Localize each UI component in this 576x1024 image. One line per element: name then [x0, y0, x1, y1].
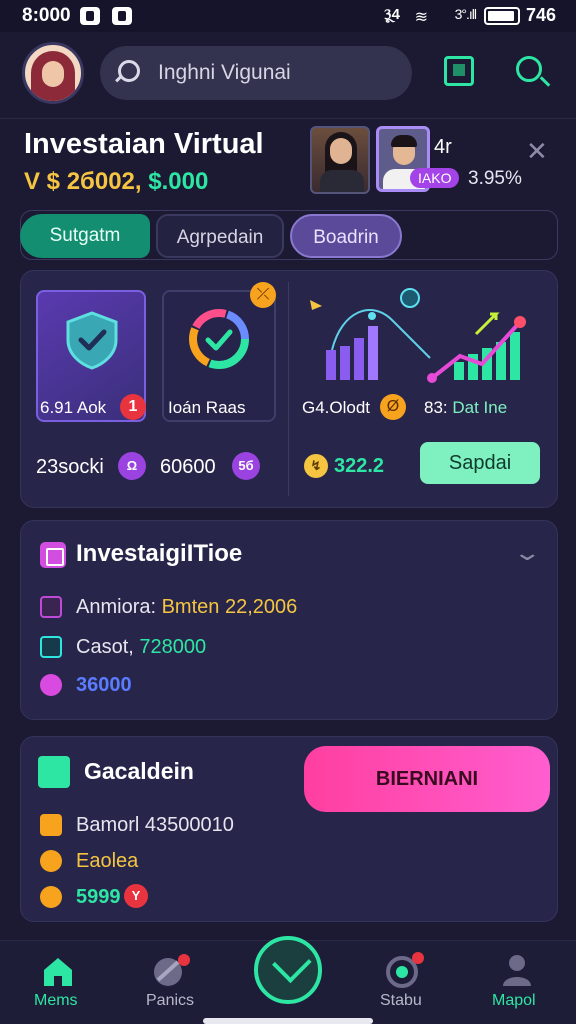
nav-home[interactable] [40, 954, 76, 988]
tab-3[interactable]: Boadrin [290, 214, 402, 258]
avatar-face [42, 61, 64, 87]
search-bar[interactable]: Inghni Vigunai [100, 46, 412, 100]
portfolio-amount: V $ 2б002, $.000 [24, 168, 208, 196]
photo-face [330, 138, 352, 164]
tab-2[interactable]: Agrpedain [156, 214, 284, 258]
shield-check-icon [66, 311, 118, 370]
check-square-icon [38, 756, 70, 788]
row2-value: 728000 [139, 636, 207, 658]
app-notification-icon-2 [112, 7, 132, 25]
profile-avatar[interactable] [22, 42, 84, 104]
tile2-label: Ioán Raas [168, 398, 246, 417]
header-divider [0, 118, 576, 119]
center-action-button[interactable] [254, 936, 322, 1004]
chat-icon [154, 954, 190, 986]
advisor-badge: IAKO [410, 168, 460, 188]
status-battery-text: 746 [525, 5, 556, 25]
chart-right-text: Dat Ine [452, 398, 508, 417]
money-value: 322.2 [334, 455, 385, 477]
battery-icon [484, 7, 520, 25]
card1-divider [288, 282, 289, 496]
stat2-badge: 5б [232, 452, 260, 480]
scan-icon[interactable] [444, 56, 474, 86]
stat1-text: 23socki [36, 456, 104, 478]
photo-body [320, 170, 364, 192]
chart-right-label: 83: Dat Ine [424, 398, 507, 418]
tile1-label: 6.91 Aok [40, 398, 107, 417]
chevron-down-icon[interactable]: ⌄ [512, 540, 542, 566]
stat2-text: 60600 [160, 456, 216, 478]
page-title: Investaian Virtual [24, 128, 264, 160]
row2: Casot, 728000 [76, 636, 206, 659]
save-button[interactable]: Sapdai [420, 442, 540, 484]
status-time: 8:000 [22, 5, 71, 26]
status-bar: 8:000 3ૂ4 ≋ 3°.ıll 746 [0, 0, 576, 32]
investment-title: InvestaigiITioe [76, 540, 243, 567]
stat1-badge: Ω [118, 452, 146, 480]
row1-label: Anmiora: [76, 596, 157, 618]
check-circle-icon [40, 674, 62, 696]
goal-row2: Eaolea [76, 850, 139, 872]
check-circle-icon-orange [40, 850, 62, 872]
goal-row1: Bamorl 43500010 [76, 814, 234, 836]
goals-title: Gacaldein [84, 758, 194, 784]
bar-trend-chart-icon [310, 288, 431, 380]
nav-label-1[interactable]: Mems [34, 992, 78, 1010]
row1: Anmiora: Bmten 22,2006 [76, 596, 297, 619]
app-notification-icon [80, 7, 100, 25]
nav-profile[interactable] [500, 952, 534, 988]
percent-change: 3.95% [468, 168, 522, 189]
home-indicator[interactable] [203, 1018, 373, 1024]
tab-1[interactable]: Sutgatm [20, 214, 150, 258]
wifi-icon: ≋ [414, 9, 428, 26]
folder-icon [40, 542, 66, 568]
calendar-icon [40, 596, 62, 618]
search-icon [118, 60, 140, 82]
row3-value: 36000 [76, 674, 132, 696]
tile1-badge: 1 [120, 394, 146, 420]
nav-label-2[interactable]: Panics [146, 992, 194, 1010]
tile2-badge: ⤫ [250, 282, 276, 308]
row1-value: Bmten 22,2006 [161, 596, 298, 618]
search-input[interactable]: Inghni Vigunai [158, 61, 291, 85]
user-icon [503, 955, 531, 986]
chart-left-label: G4.Olodt [302, 398, 371, 417]
nav-status[interactable] [384, 952, 424, 988]
advisor-photo-1[interactable] [310, 126, 370, 194]
goal-row3-badge: Y [124, 884, 148, 908]
photo-hair [391, 135, 417, 147]
chart-left-badge: Ø [380, 394, 406, 420]
check-circle-icon-gold [40, 886, 62, 908]
row2-label: Casot, [76, 636, 134, 658]
coin-icon: ↯ [304, 454, 328, 478]
checkbox-icon [40, 636, 62, 658]
wallet-icon [40, 814, 62, 836]
advisor-count: 4r [434, 136, 452, 158]
chart-right-prefix: 83: [424, 398, 448, 417]
stats-ring-icon [386, 952, 424, 988]
ring-check-icon [189, 309, 249, 369]
amount-prefix: V $ 2б002, [24, 168, 142, 195]
amount-value: $.000 [148, 168, 209, 195]
signal-icon: 3°.ıll [454, 6, 477, 22]
close-icon[interactable]: ✕ [526, 136, 548, 167]
primary-action-button[interactable]: BIERNIANI [304, 746, 550, 812]
growth-chart-icon [427, 312, 526, 383]
search-button-icon[interactable] [516, 56, 542, 82]
nav-panics[interactable] [150, 954, 190, 988]
status-extra: 3ૂ4 [384, 6, 400, 23]
nav-label-4[interactable]: Mapol [492, 992, 536, 1010]
home-icon [44, 958, 72, 986]
goal-row3-value: 5999 [76, 886, 121, 908]
nav-label-3[interactable]: Stabu [380, 992, 422, 1010]
